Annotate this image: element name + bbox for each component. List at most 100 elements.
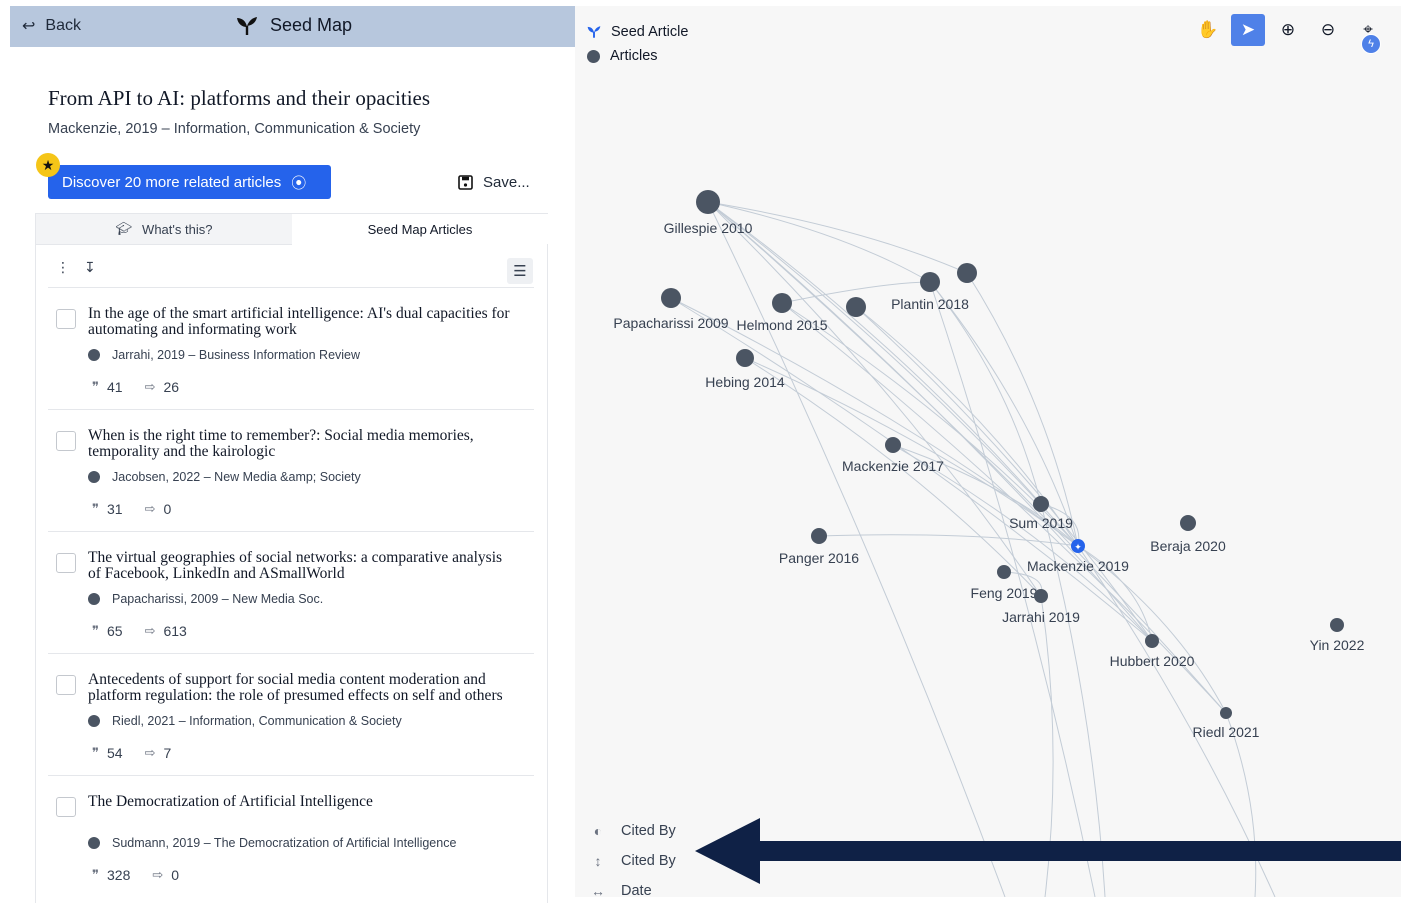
article-dot-icon: [88, 593, 100, 605]
article-node[interactable]: [920, 272, 940, 292]
pan-hand-icon[interactable]: ✋: [1191, 14, 1225, 46]
article-node[interactable]: [1145, 634, 1159, 648]
article-title: When is the right time to remember?: Soc…: [88, 428, 474, 460]
citation-count: 54: [107, 745, 123, 761]
article-node[interactable]: [997, 565, 1011, 579]
seed-map-title: Seed Map: [236, 15, 352, 36]
article-node[interactable]: [661, 288, 681, 308]
color-scale-icon: ◐: [593, 823, 603, 839]
article-node[interactable]: [1033, 496, 1049, 512]
node-label: Jarrahi 2019: [1002, 609, 1080, 625]
reference-count: 26: [163, 379, 180, 395]
list-item[interactable]: Antecedents of support for social media …: [48, 653, 534, 776]
node-label: Plantin 2018: [891, 296, 969, 312]
citation-count: 31: [107, 501, 123, 517]
seed-map-graph[interactable]: Gillespie 2010 Papacharissi 2009 Helmond 2…: [575, 6, 1401, 899]
article-meta: Jacobsen, 2022 – New Media &amp; Society: [88, 470, 361, 484]
article-node[interactable]: [1220, 707, 1232, 719]
article-dot-icon: [88, 471, 100, 483]
reference-count: 0: [163, 501, 172, 517]
legend-seed-label: Seed Article: [611, 24, 689, 40]
list-item[interactable]: When is the right time to remember?: Soc…: [48, 409, 534, 532]
discover-label: Discover 20 more related articles: [62, 173, 282, 191]
fit-screen-icon[interactable]: ⛶: [1391, 14, 1401, 46]
article-title: In the age of the smart artificial intel…: [88, 306, 510, 338]
reference-arrow-icon: ⇨: [144, 501, 156, 516]
node-label: Hebing 2014: [705, 374, 785, 390]
tab-seed-map-articles[interactable]: Seed Map Articles: [292, 214, 548, 244]
select-checkbox[interactable]: [56, 553, 76, 573]
citation-edge: [707, 201, 1042, 597]
reference-arrow-icon: ⇨: [152, 867, 164, 882]
citation-edge: [707, 201, 931, 283]
node-label: Papacharissi 2009: [613, 315, 728, 331]
sprout-icon: [237, 16, 257, 35]
article-dot-icon: [587, 49, 600, 63]
zoom-out-icon[interactable]: ⊖: [1311, 14, 1345, 46]
article-node[interactable]: [696, 190, 720, 214]
select-checkbox[interactable]: [56, 675, 76, 695]
list-item[interactable]: The virtual geographies of social networ…: [48, 531, 534, 654]
article-node[interactable]: [957, 263, 977, 283]
zoom-in-icon[interactable]: ⊕: [1271, 14, 1305, 46]
tab-whats-this[interactable]: 🎓︎ What's this?: [36, 214, 292, 245]
graph-canvas[interactable]: Gillespie 2010 Papacharissi 2009 Helmond 2…: [575, 6, 1401, 897]
list-item[interactable]: In the age of the smart artificial intel…: [48, 287, 534, 410]
legend-label: Cited By: [621, 853, 676, 869]
list-item[interactable]: The Democratization of Artificial Intell…: [48, 775, 534, 898]
article-stats: ❞ 54 ⇨ 7: [92, 745, 171, 761]
article-node[interactable]: [811, 528, 827, 544]
citation-edge: [707, 201, 968, 274]
sort-down-icon[interactable]: ↧: [84, 259, 96, 276]
article-meta: Sudmann, 2019 – The Democratization of A…: [88, 836, 456, 850]
tab-label: What's this?: [142, 221, 213, 237]
article-stats: ❞ 41 ⇨ 26: [92, 379, 179, 395]
legend-seed: Seed Article: [587, 20, 688, 44]
article-title: The virtual geographies of social networ…: [88, 550, 503, 582]
citation-edge: [929, 281, 1042, 505]
article-stats: ❞ 328 ⇨ 0: [92, 867, 179, 883]
citation-edge: [818, 534, 1079, 547]
annotation-arrow: [695, 818, 1401, 884]
node-label: Helmond 2015: [736, 317, 827, 333]
meta-text: Jacobsen, 2022 – New Media &amp; Society: [112, 470, 361, 484]
reference-arrow-icon: ⇨: [144, 623, 156, 638]
legend-articles: Articles: [587, 44, 688, 68]
paper-subtitle: Mackenzie, 2019 – Information, Communica…: [48, 121, 421, 137]
sort-vertical-icon[interactable]: ⋮: [56, 259, 70, 276]
select-checkbox[interactable]: [56, 309, 76, 329]
article-node[interactable]: [1034, 589, 1048, 603]
reference-arrow-icon: ⇨: [144, 745, 156, 760]
article-node[interactable]: [1330, 618, 1344, 632]
reference-count: 0: [171, 867, 180, 883]
legend-label: Cited By: [621, 823, 676, 839]
node-label: Mackenzie 2017: [842, 458, 944, 474]
node-label: Hubbert 2020: [1110, 653, 1195, 669]
node-label: Sum 2019: [1009, 515, 1073, 531]
citation-count: 328: [107, 867, 131, 883]
article-meta: Jarrahi, 2019 – Business Information Rev…: [88, 348, 360, 362]
article-node[interactable]: [736, 349, 754, 367]
sprout-icon: ✦: [1074, 542, 1082, 552]
select-checkbox[interactable]: [56, 431, 76, 451]
list-menu-icon[interactable]: ☰: [507, 258, 533, 284]
article-node[interactable]: [846, 297, 866, 317]
select-checkbox[interactable]: [56, 797, 76, 817]
back-label: Back: [45, 17, 81, 34]
discover-button[interactable]: Discover 20 more related articles ⦿: [48, 165, 331, 199]
save-button[interactable]: Save...: [458, 174, 530, 191]
article-dot-icon: [88, 715, 100, 727]
article-node[interactable]: [772, 293, 792, 313]
graduation-cap-icon: 🎓︎: [115, 221, 133, 236]
article-node[interactable]: [1180, 515, 1196, 531]
sprout-icon: [587, 26, 601, 38]
article-node[interactable]: [885, 437, 901, 453]
save-label: Save...: [483, 174, 530, 191]
pointer-icon[interactable]: ➤: [1231, 14, 1265, 46]
title-label: Seed Map: [270, 15, 353, 35]
back-button[interactable]: ↩ Back: [22, 16, 81, 36]
articles-panel: 🎓︎ What's this? Seed Map Articles ⋮ ↧ ☰ …: [35, 213, 548, 903]
article-meta: Papacharissi, 2009 – New Media Soc.: [88, 592, 323, 606]
node-label: Gillespie 2010: [664, 220, 753, 236]
article-stats: ❞ 65 ⇨ 613: [92, 623, 187, 639]
